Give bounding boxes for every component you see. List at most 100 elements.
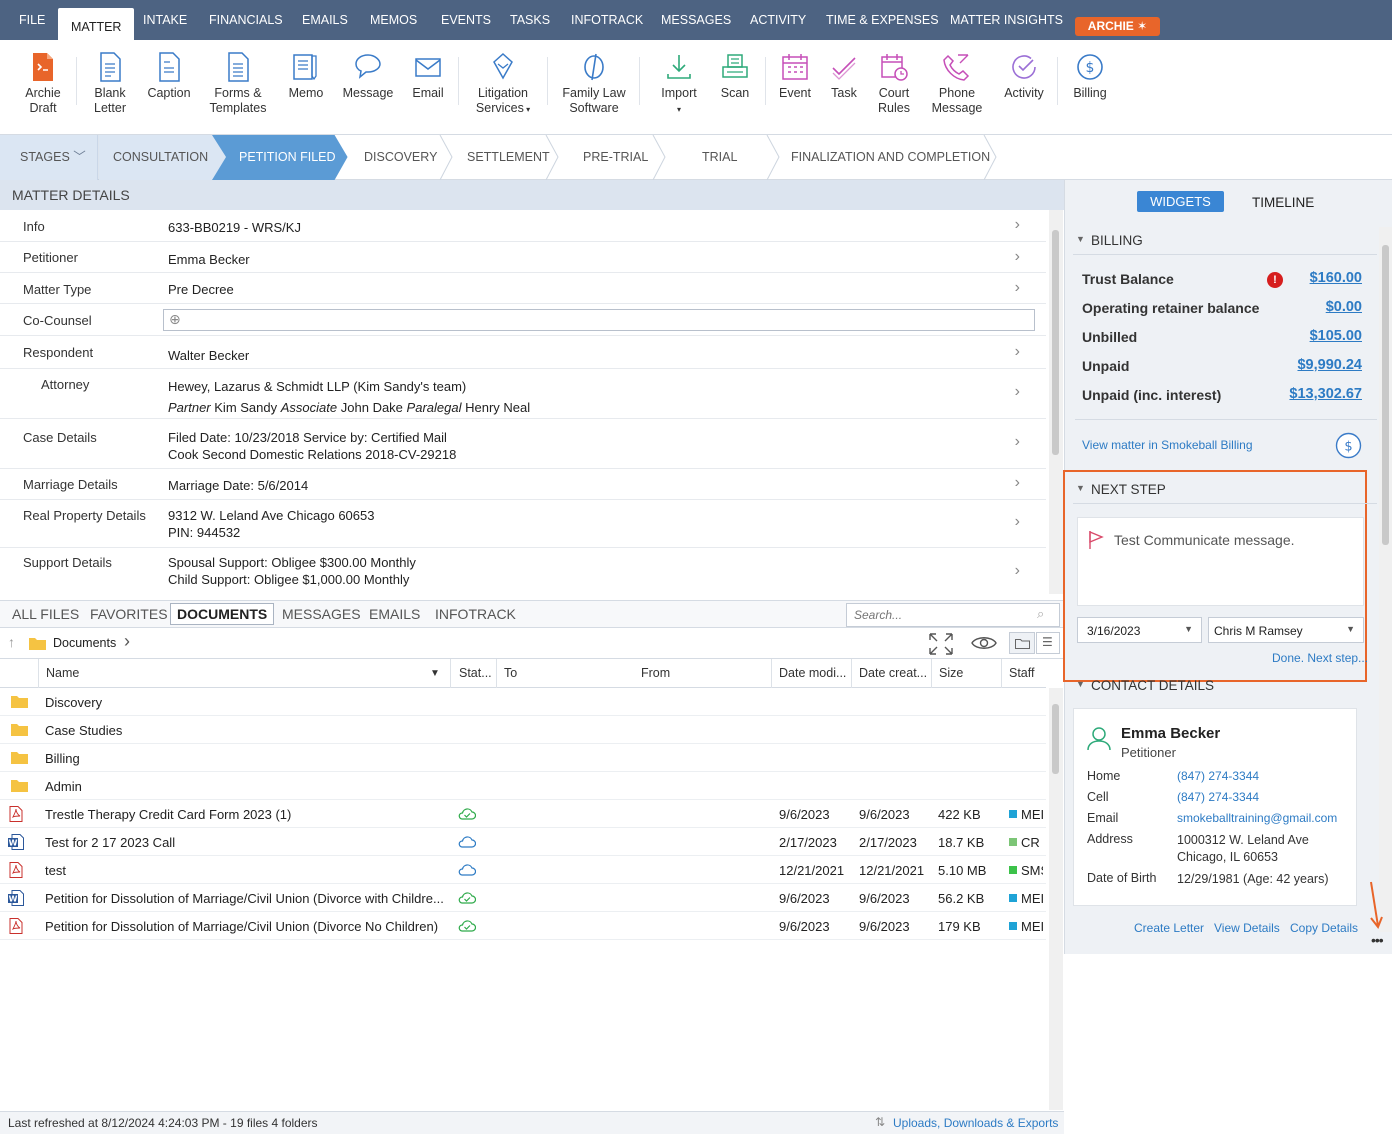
co-counsel-field[interactable]: ⊕ (163, 309, 1035, 331)
file-row[interactable]: Petition for Dissolution of Marriage/Civ… (0, 912, 1046, 940)
tab-events[interactable]: EVENTS (441, 13, 491, 27)
archie-button[interactable]: ARCHIE ✶ (1075, 17, 1160, 36)
email-address[interactable]: smokeballtraining@gmail.com (1177, 811, 1337, 825)
matter-row-petitioner[interactable]: Petitioner Emma Becker › (0, 242, 1046, 273)
stage-consultation[interactable]: CONSULTATION (113, 135, 208, 180)
event-button[interactable]: Event (776, 52, 814, 101)
tab-documents[interactable]: DOCUMENTS (170, 603, 275, 625)
search-input[interactable] (846, 603, 1060, 627)
copy-details-link[interactable]: Copy Details (1290, 921, 1358, 935)
tab-emails-files[interactable]: EMAILS (369, 606, 420, 622)
file-row[interactable]: W Petition for Dissolution of Marriage/Ci… (0, 884, 1046, 912)
file-row[interactable]: Trestle Therapy Credit Card Form 2023 (1… (0, 800, 1046, 828)
message-button[interactable]: Message (342, 52, 394, 101)
operating-retainer-value[interactable]: $0.00 (1326, 299, 1362, 315)
more-icon[interactable]: ••• (1371, 932, 1384, 948)
eye-icon[interactable] (971, 634, 997, 652)
folder-row[interactable]: Admin (0, 772, 1046, 800)
stage-petition-filed[interactable]: PETITION FILED (239, 135, 336, 180)
add-icon[interactable]: ⊕ (169, 311, 181, 328)
folder-row[interactable]: Discovery (0, 688, 1046, 716)
unpaid-value[interactable]: $9,990.24 (1297, 357, 1362, 373)
column-from[interactable]: From (641, 666, 670, 680)
court-rules-button[interactable]: Court Rules (874, 52, 914, 116)
tab-tasks[interactable]: TASKS (510, 13, 550, 27)
tab-intake[interactable]: INTAKE (143, 13, 187, 27)
matter-row-case-details[interactable]: Case Details Filed Date: 10/23/2018 Serv… (0, 419, 1046, 469)
billing-icon[interactable]: $ (1335, 432, 1362, 459)
column-status[interactable]: Stat... (459, 666, 492, 680)
column-date-created[interactable]: Date creat... (859, 666, 927, 680)
expand-icon[interactable] (928, 632, 954, 656)
stage-pre-trial[interactable]: PRE-TRIAL (583, 135, 648, 180)
column-size[interactable]: Size (939, 666, 963, 680)
tab-messages-files[interactable]: MESSAGES (282, 606, 361, 622)
tab-messages[interactable]: MESSAGES (661, 13, 731, 27)
tab-time-expenses[interactable]: TIME & EXPENSES (826, 13, 939, 27)
tab-favorites[interactable]: FAVORITES (90, 606, 168, 622)
tab-emails[interactable]: EMAILS (302, 13, 348, 27)
scrollbar-thumb[interactable] (1052, 230, 1059, 455)
matter-row-matter-type[interactable]: Matter Type Pre Decree › (0, 273, 1046, 304)
matter-row-support-details[interactable]: Support Details Spousal Support: Obligee… (0, 548, 1046, 594)
done-next-step-link[interactable]: Done. Next step... (1272, 651, 1368, 665)
matter-row-marriage-details[interactable]: Marriage Details Marriage Date: 5/6/2014… (0, 469, 1046, 500)
email-button[interactable]: Email (410, 52, 446, 101)
stage-settlement[interactable]: SETTLEMENT (467, 135, 550, 180)
scan-button[interactable]: Scan (716, 52, 754, 101)
caption-button[interactable]: Caption (146, 52, 192, 101)
next-step-assignee-select[interactable]: Chris M Ramsey ▼ (1208, 617, 1364, 643)
matter-row-info[interactable]: Info 633-BB0219 - WRS/KJ › (0, 210, 1046, 242)
tab-financials[interactable]: FINANCIALS (209, 13, 283, 27)
create-letter-link[interactable]: Create Letter (1134, 921, 1204, 935)
view-details-link[interactable]: View Details (1214, 921, 1280, 935)
column-staff[interactable]: Staff (1009, 666, 1034, 680)
import-button[interactable]: Import ▾ (656, 52, 702, 117)
timeline-tab[interactable]: TIMELINE (1252, 195, 1314, 210)
next-step-section-header[interactable]: ▼ NEXT STEP (1073, 476, 1377, 504)
tab-infotrack[interactable]: INFOTRACK (571, 13, 643, 27)
up-arrow-icon[interactable]: ↑ (8, 634, 15, 650)
contact-name[interactable]: Emma Becker (1121, 725, 1220, 742)
tab-infotrack-files[interactable]: INFOTRACK (435, 606, 516, 622)
activity-button[interactable]: Activity (1000, 52, 1048, 101)
matter-row-real-property[interactable]: Real Property Details 9312 W. Leland Ave… (0, 500, 1046, 548)
blank-letter-button[interactable]: Blank Letter (88, 52, 132, 116)
home-phone[interactable]: (847) 274-3344 (1177, 769, 1259, 783)
search-icon[interactable]: ⌕ (1037, 606, 1044, 622)
stage-finalization[interactable]: FINALIZATION AND COMPLETION (791, 135, 990, 180)
scrollbar-thumb[interactable] (1052, 704, 1059, 774)
tab-memos[interactable]: MEMOS (370, 13, 417, 27)
folder-view-button[interactable] (1009, 632, 1035, 654)
stage-discovery[interactable]: DISCOVERY (364, 135, 437, 180)
breadcrumb-documents[interactable]: Documents (53, 636, 116, 650)
unpaid-interest-value[interactable]: $13,302.67 (1289, 386, 1362, 402)
stages-dropdown[interactable]: STAGES ﹀ (20, 135, 86, 180)
folder-row[interactable]: Case Studies (0, 716, 1046, 744)
matter-row-attorney[interactable]: Attorney Hewey, Lazarus & Schmidt LLP (K… (0, 369, 1046, 419)
forms-templates-button[interactable]: Forms & Templates (208, 52, 268, 116)
matter-row-respondent[interactable]: Respondent Walter Becker › (0, 336, 1046, 369)
family-law-software-button[interactable]: Family Law Software (560, 52, 628, 116)
widgets-tab[interactable]: WIDGETS (1137, 191, 1224, 212)
billing-section-header[interactable]: ▼ BILLING (1073, 227, 1377, 255)
litigation-services-button[interactable]: Litigation Services ▾ (472, 52, 534, 117)
column-to[interactable]: To (504, 666, 517, 680)
details-scrollbar[interactable] (1049, 210, 1063, 594)
sort-arrow-icon[interactable]: ▼ (430, 668, 440, 679)
file-row[interactable]: W Test for 2 17 2023 Call 2/17/2023 2/17/20… (0, 828, 1046, 856)
column-name[interactable]: Name (46, 666, 79, 680)
contact-section-header[interactable]: ▼ CONTACT DETAILS (1073, 672, 1377, 700)
archie-draft-button[interactable]: Archie Draft (22, 52, 64, 116)
view-billing-link[interactable]: View matter in Smokeball Billing (1082, 438, 1253, 452)
scrollbar-thumb[interactable] (1382, 245, 1389, 545)
task-button[interactable]: Task (826, 52, 862, 101)
billing-button[interactable]: $ Billing (1068, 52, 1112, 101)
tab-all-files[interactable]: ALL FILES (12, 606, 79, 622)
folder-row[interactable]: Billing (0, 744, 1046, 772)
column-date-modified[interactable]: Date modi... (779, 666, 846, 680)
tab-activity[interactable]: ACTIVITY (750, 13, 806, 27)
unbilled-value[interactable]: $105.00 (1310, 328, 1362, 344)
memo-button[interactable]: Memo (286, 52, 326, 101)
stage-trial[interactable]: TRIAL (702, 135, 737, 180)
